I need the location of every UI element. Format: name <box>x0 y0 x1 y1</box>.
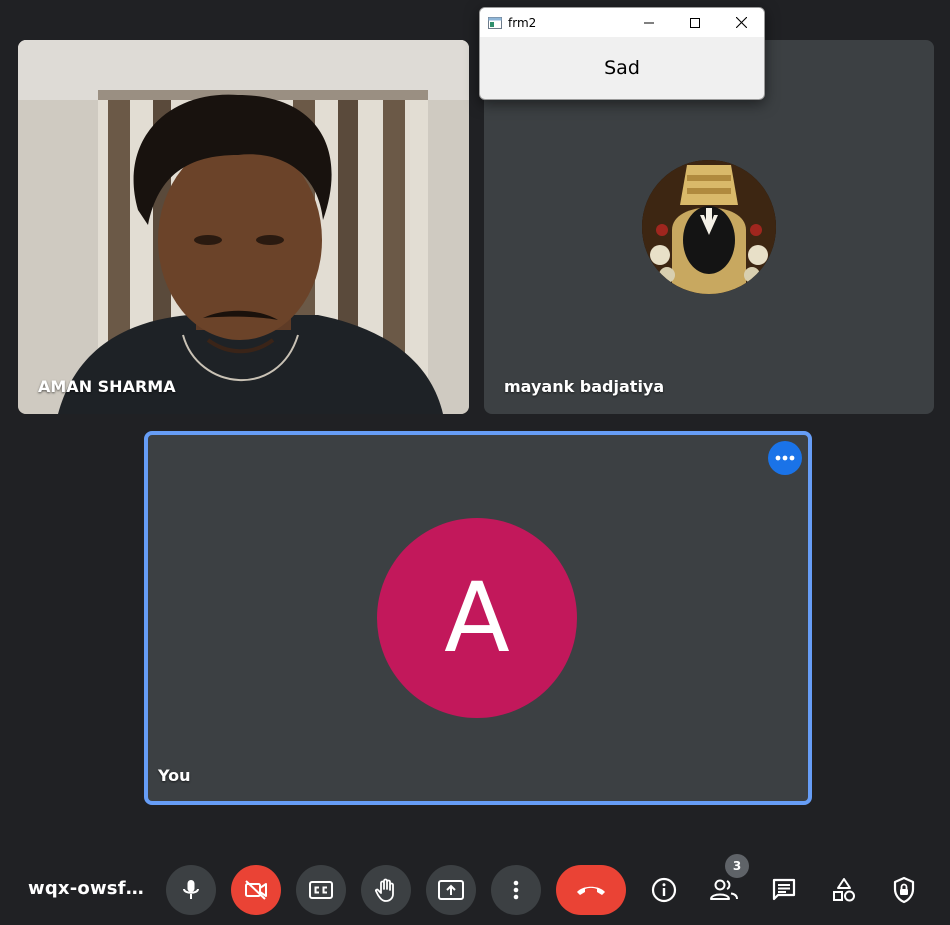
participant-name-mayank: mayank badjatiya <box>504 377 665 396</box>
meeting-details-button[interactable] <box>639 865 689 915</box>
closed-captions-icon <box>309 881 333 899</box>
captions-button[interactable] <box>296 865 346 915</box>
videocam-off-icon <box>245 880 267 900</box>
raise-hand-button[interactable] <box>361 865 411 915</box>
participant-avatar-you: A <box>377 518 577 718</box>
app-window-icon <box>488 16 502 29</box>
camera-toggle-button[interactable] <box>231 865 281 915</box>
people-count-badge: 3 <box>725 854 749 878</box>
shapes-icon <box>833 878 855 902</box>
frm2-label: Sad <box>604 57 640 79</box>
close-button[interactable] <box>718 8 764 37</box>
participant-tile-you[interactable]: A You <box>144 431 812 805</box>
close-icon <box>735 17 747 28</box>
maximize-icon <box>690 17 700 28</box>
participant-tile-aman[interactable]: AMAN SHARMA <box>18 40 469 414</box>
participant-name-aman: AMAN SHARMA <box>38 377 176 396</box>
activities-button[interactable] <box>819 865 869 915</box>
meet-window: AMAN SHARMA mayank badjatiya A You frm2 … <box>0 0 950 925</box>
minimize-icon <box>644 22 654 23</box>
camera-video-feed <box>18 40 469 414</box>
chat-button[interactable] <box>759 865 809 915</box>
participant-name-you: You <box>158 766 191 785</box>
frm2-titlebar[interactable]: frm2 <box>480 8 764 37</box>
call-end-icon <box>577 886 605 895</box>
chat-icon <box>772 878 796 901</box>
avatar-image <box>642 160 776 294</box>
frm2-title: frm2 <box>508 15 537 30</box>
more-vert-icon <box>513 880 519 900</box>
hand-icon <box>375 878 394 902</box>
people-icon <box>710 879 738 900</box>
shield-lock-icon <box>893 876 915 904</box>
participant-avatar-mayank <box>642 160 776 294</box>
leave-call-button[interactable] <box>556 865 626 915</box>
more-horiz-icon <box>775 455 795 461</box>
microphone-button[interactable] <box>166 865 216 915</box>
host-controls-button[interactable] <box>879 865 929 915</box>
info-icon <box>651 877 677 903</box>
minimize-button[interactable] <box>626 8 672 37</box>
more-options-button[interactable] <box>768 441 802 475</box>
more-actions-button[interactable] <box>491 865 541 915</box>
meeting-code[interactable]: wqx-owsf… <box>28 878 144 899</box>
mic-icon <box>183 880 199 899</box>
maximize-button[interactable] <box>672 8 718 37</box>
present-to-all-icon <box>438 880 464 900</box>
frm2-window[interactable]: frm2 Sad <box>479 7 765 100</box>
present-screen-button[interactable] <box>426 865 476 915</box>
